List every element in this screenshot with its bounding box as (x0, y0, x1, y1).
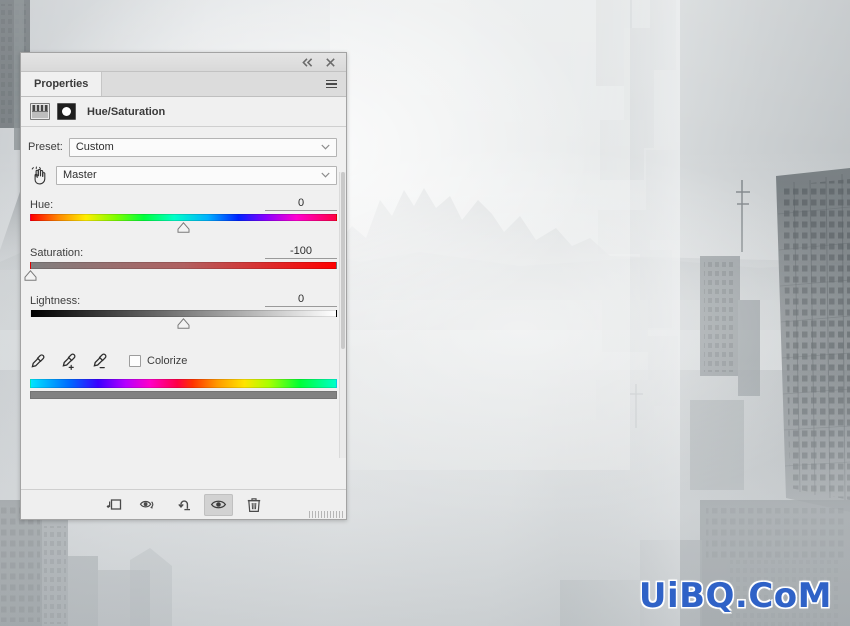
colorize-checkbox[interactable]: Colorize (129, 355, 187, 367)
hue-track[interactable] (30, 214, 337, 221)
trash-icon (247, 497, 260, 512)
hue-range-ramp[interactable] (30, 379, 337, 388)
adjustment-header: Hue/Saturation (21, 97, 346, 127)
delete-layer-button[interactable] (239, 494, 268, 516)
panel-footer (21, 489, 346, 519)
chevron-down-icon (321, 169, 330, 181)
saturation-label: Saturation: (30, 247, 84, 259)
clip-to-layer-button[interactable] (99, 494, 128, 516)
close-icon[interactable] (324, 56, 337, 69)
reset-arrow-icon (177, 499, 190, 510)
channel-select[interactable]: Master (56, 165, 337, 185)
watermark: UiBQ.CoM (638, 576, 832, 616)
panel-resize-grip[interactable] (309, 511, 343, 518)
preset-value: Custom (75, 141, 114, 153)
colorize-checkbox-box[interactable] (129, 355, 141, 367)
slider-saturation: Saturation: -100 (21, 243, 346, 284)
chevron-down-icon (321, 141, 330, 153)
result-range-ramp[interactable] (30, 391, 337, 399)
eyedropper-add-icon[interactable] (61, 353, 78, 370)
lightness-slider-thumb[interactable] (177, 318, 190, 329)
color-ramps (21, 373, 346, 399)
lightness-track[interactable] (30, 310, 337, 317)
eyedropper-icon[interactable] (30, 353, 47, 370)
collapse-to-icons-icon[interactable] (301, 56, 314, 69)
panel-tabstrip: Properties (21, 72, 346, 97)
on-image-adjustment-hand-icon[interactable] (28, 165, 50, 185)
clip-to-layer-icon (106, 499, 121, 510)
preset-row: Preset: Custom (21, 137, 346, 157)
eye-icon (210, 500, 226, 509)
toggle-visibility-button[interactable] (204, 493, 233, 516)
lightness-value-field[interactable]: 0 (265, 293, 337, 307)
panel-menu-icon[interactable] (317, 72, 346, 96)
hue-label: Hue: (30, 199, 54, 211)
panel-body: Preset: Custom Master Hue: 0 Saturation:… (21, 127, 346, 489)
channel-value: Master (63, 169, 97, 181)
hue-value-field[interactable]: 0 (265, 197, 337, 211)
panel-scrollbar[interactable] (339, 172, 346, 458)
eyedropper-subtract-icon[interactable] (92, 353, 109, 370)
saturation-value-field[interactable]: -100 (265, 245, 337, 259)
properties-panel[interactable]: Properties Hue/Saturation Preset: Custom (20, 52, 347, 520)
adjustment-title: Hue/Saturation (87, 105, 166, 118)
slider-hue: Hue: 0 (21, 195, 346, 236)
lightness-label: Lightness: (30, 295, 81, 307)
reset-button[interactable] (169, 494, 198, 516)
screen: UiBQ.CoM Properties Hue/Saturation Prese… (0, 0, 850, 626)
channel-row: Master (21, 164, 346, 186)
preset-label: Preset: (28, 141, 63, 153)
colorize-label: Colorize (147, 355, 188, 367)
tab-properties[interactable]: Properties (21, 72, 103, 96)
panel-titlebar (21, 53, 346, 72)
slider-lightness: Lightness: 0 (21, 291, 346, 332)
hue-slider-thumb[interactable] (177, 222, 190, 233)
layer-mask-thumbnail-icon[interactable] (57, 103, 76, 120)
hue-saturation-adjustment-icon[interactable] (30, 103, 50, 120)
saturation-slider-thumb[interactable] (24, 270, 37, 281)
saturation-track[interactable] (30, 262, 337, 269)
toggle-previous-state-button[interactable] (134, 494, 163, 516)
tab-properties-label: Properties (34, 78, 89, 90)
tools-row: Colorize (21, 339, 346, 373)
preset-select[interactable]: Custom (68, 137, 337, 157)
eye-previous-state-icon (139, 500, 154, 509)
